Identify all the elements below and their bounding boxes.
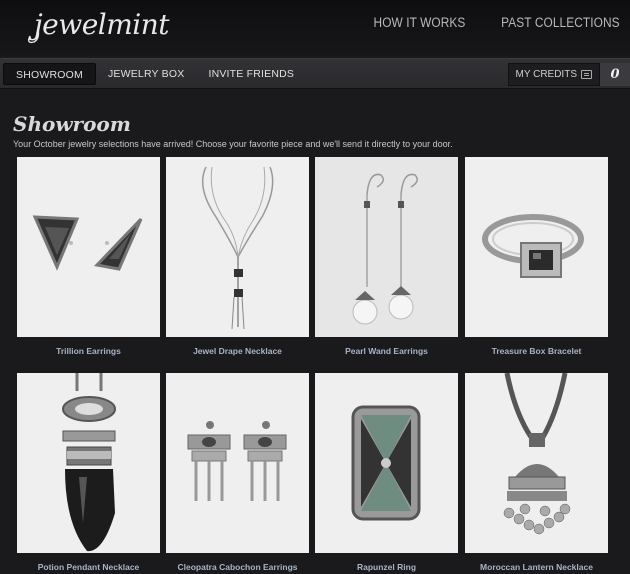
product-card[interactable]: Rapunzel Ring <box>315 373 458 572</box>
sub-nav: SHOWROOM JEWELRY BOX INVITE FRIENDS MY C… <box>0 58 630 89</box>
logo[interactable]: jewelmint <box>24 6 174 46</box>
necklace-icon <box>503 373 571 535</box>
earrings-icon <box>32 215 143 271</box>
nav-how-it-works[interactable]: HOW IT WORKS <box>373 15 465 30</box>
nav-past-collections[interactable]: PAST COLLECTIONS <box>502 15 620 30</box>
product-name[interactable]: Jewel Drape Necklace <box>166 346 309 356</box>
product-name[interactable]: Rapunzel Ring <box>315 562 458 572</box>
product-image[interactable] <box>465 157 608 337</box>
product-image[interactable] <box>166 373 309 553</box>
tab-invite-friends[interactable]: INVITE FRIENDS <box>196 63 306 85</box>
product-image[interactable] <box>315 373 458 553</box>
product-card[interactable]: Trillion Earrings <box>17 157 160 356</box>
bracelet-icon <box>482 214 584 278</box>
product-card[interactable]: Jewel Drape Necklace <box>166 157 309 356</box>
product-name[interactable]: Trillion Earrings <box>17 346 160 356</box>
earrings-icon <box>187 421 287 501</box>
product-card[interactable]: Cleopatra Cabochon Earrings <box>166 373 309 572</box>
logo-text: jewelmint <box>34 8 170 41</box>
product-card[interactable]: Treasure Box Bracelet <box>465 157 608 356</box>
product-name[interactable]: Pearl Wand Earrings <box>315 346 458 356</box>
product-card[interactable]: Moroccan Lantern Necklace <box>465 373 608 572</box>
intro-text: Your October jewelry selections have arr… <box>13 139 453 149</box>
product-card[interactable]: Potion Pendant Necklace <box>17 373 160 572</box>
top-nav: HOW IT WORKS PAST COLLECTIONS <box>361 15 620 30</box>
product-card[interactable]: Pearl Wand Earrings <box>315 157 458 356</box>
credits-label: MY CREDITS <box>515 69 578 80</box>
product-image[interactable] <box>17 157 160 337</box>
product-name[interactable]: Potion Pendant Necklace <box>17 562 160 572</box>
wallet-icon <box>581 70 592 79</box>
necklace-icon <box>201 166 274 330</box>
page-title: Showroom <box>13 112 131 136</box>
tab-showroom[interactable]: SHOWROOM <box>3 63 96 85</box>
product-image[interactable] <box>17 373 160 553</box>
product-image[interactable] <box>315 157 458 337</box>
tab-bar: SHOWROOM JEWELRY BOX INVITE FRIENDS <box>3 63 306 85</box>
credits-count: 0 <box>600 63 630 86</box>
product-name[interactable]: Moroccan Lantern Necklace <box>465 562 608 572</box>
earrings-icon <box>352 173 418 325</box>
my-credits[interactable]: MY CREDITS 0 <box>507 63 630 86</box>
product-image[interactable] <box>465 373 608 553</box>
product-name[interactable]: Cleopatra Cabochon Earrings <box>166 562 309 572</box>
credits-label-box[interactable]: MY CREDITS <box>507 63 600 86</box>
tab-jewelry-box[interactable]: JEWELRY BOX <box>96 63 197 85</box>
pendant-icon <box>62 373 116 552</box>
ring-icon <box>351 405 421 521</box>
product-image[interactable] <box>166 157 309 337</box>
product-name[interactable]: Treasure Box Bracelet <box>465 346 608 356</box>
site-header: jewelmint HOW IT WORKS PAST COLLECTIONS <box>0 0 630 56</box>
